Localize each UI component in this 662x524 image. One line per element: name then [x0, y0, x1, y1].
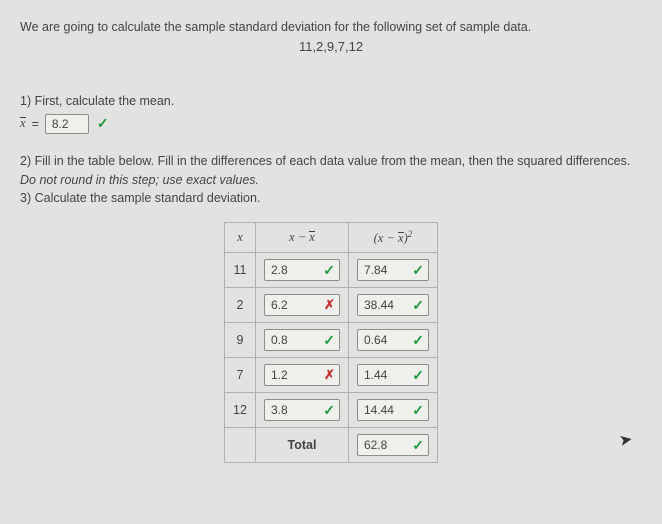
check-icon: ✓ [412, 402, 424, 419]
diff-input[interactable]: 1.2✗ [264, 364, 340, 386]
diff-input[interactable]: 0.8✓ [264, 329, 340, 351]
sq-input[interactable]: 0.64✓ [357, 329, 429, 351]
table-row: 9 0.8✓ 0.64✓ [225, 323, 438, 358]
mean-row: x = 8.2 ✓ [20, 114, 642, 134]
equals-sign: = [32, 117, 39, 131]
diff-cell: 6.2✗ [255, 288, 348, 323]
step2-text-em: Do not round in this step; use exact val… [20, 173, 259, 187]
table-row: 2 6.2✗ 38.44✓ [225, 288, 438, 323]
step2-text-a: 2) Fill in the table below. Fill in the … [20, 154, 630, 168]
check-icon: ✓ [412, 367, 424, 384]
x-cell: 7 [225, 358, 256, 393]
total-empty [225, 428, 256, 463]
diff-cell: 2.8✓ [255, 253, 348, 288]
table-row: 7 1.2✗ 1.44✓ [225, 358, 438, 393]
sq-cell: 38.44✓ [348, 288, 437, 323]
x-cell: 11 [225, 253, 256, 288]
x-cell: 9 [225, 323, 256, 358]
check-icon: ✓ [412, 297, 424, 314]
table-row: 12 3.8✓ 14.44✓ [225, 393, 438, 428]
intro-text: We are going to calculate the sample sta… [20, 18, 642, 37]
check-icon: ✓ [412, 262, 424, 279]
xbar-symbol: x [20, 116, 26, 131]
header-x: x [225, 223, 256, 253]
cross-icon: ✗ [324, 367, 335, 383]
header-diff: x − x [255, 223, 348, 253]
check-icon: ✓ [412, 437, 424, 454]
cross-icon: ✗ [324, 297, 335, 313]
check-icon: ✓ [323, 402, 335, 419]
header-sq: (x − x)2 [348, 223, 437, 253]
sq-cell: 14.44✓ [348, 393, 437, 428]
total-input[interactable]: 62.8 ✓ [357, 434, 429, 456]
total-label: Total [255, 428, 348, 463]
diff-cell: 3.8✓ [255, 393, 348, 428]
diff-cell: 0.8✓ [255, 323, 348, 358]
x-cell: 12 [225, 393, 256, 428]
sq-cell: 0.64✓ [348, 323, 437, 358]
total-cell: 62.8 ✓ [348, 428, 437, 463]
check-icon: ✓ [323, 332, 335, 349]
diff-cell: 1.2✗ [255, 358, 348, 393]
check-icon: ✓ [97, 115, 109, 132]
sq-input[interactable]: 14.44✓ [357, 399, 429, 421]
check-icon: ✓ [323, 262, 335, 279]
diff-input[interactable]: 6.2✗ [264, 294, 340, 316]
cursor-icon: ➤ [617, 429, 634, 451]
mean-input[interactable]: 8.2 [45, 114, 89, 134]
data-table: x x − x (x − x)2 11 2.8✓ 7.84✓ 2 6.2✗ 38.44✓ 9… [224, 222, 438, 463]
sq-input[interactable]: 7.84✓ [357, 259, 429, 281]
x-cell: 2 [225, 288, 256, 323]
check-icon: ✓ [412, 332, 424, 349]
dataset-text: 11,2,9,7,12 [20, 39, 642, 54]
sq-cell: 1.44✓ [348, 358, 437, 393]
sq-input[interactable]: 38.44✓ [357, 294, 429, 316]
diff-input[interactable]: 2.8✓ [264, 259, 340, 281]
table-row: 11 2.8✓ 7.84✓ [225, 253, 438, 288]
sq-cell: 7.84✓ [348, 253, 437, 288]
sq-input[interactable]: 1.44✓ [357, 364, 429, 386]
step3-text: 3) Calculate the sample standard deviati… [20, 191, 260, 205]
diff-input[interactable]: 3.8✓ [264, 399, 340, 421]
step1-label: 1) First, calculate the mean. [20, 94, 642, 108]
step2-block: 2) Fill in the table below. Fill in the … [20, 152, 642, 208]
